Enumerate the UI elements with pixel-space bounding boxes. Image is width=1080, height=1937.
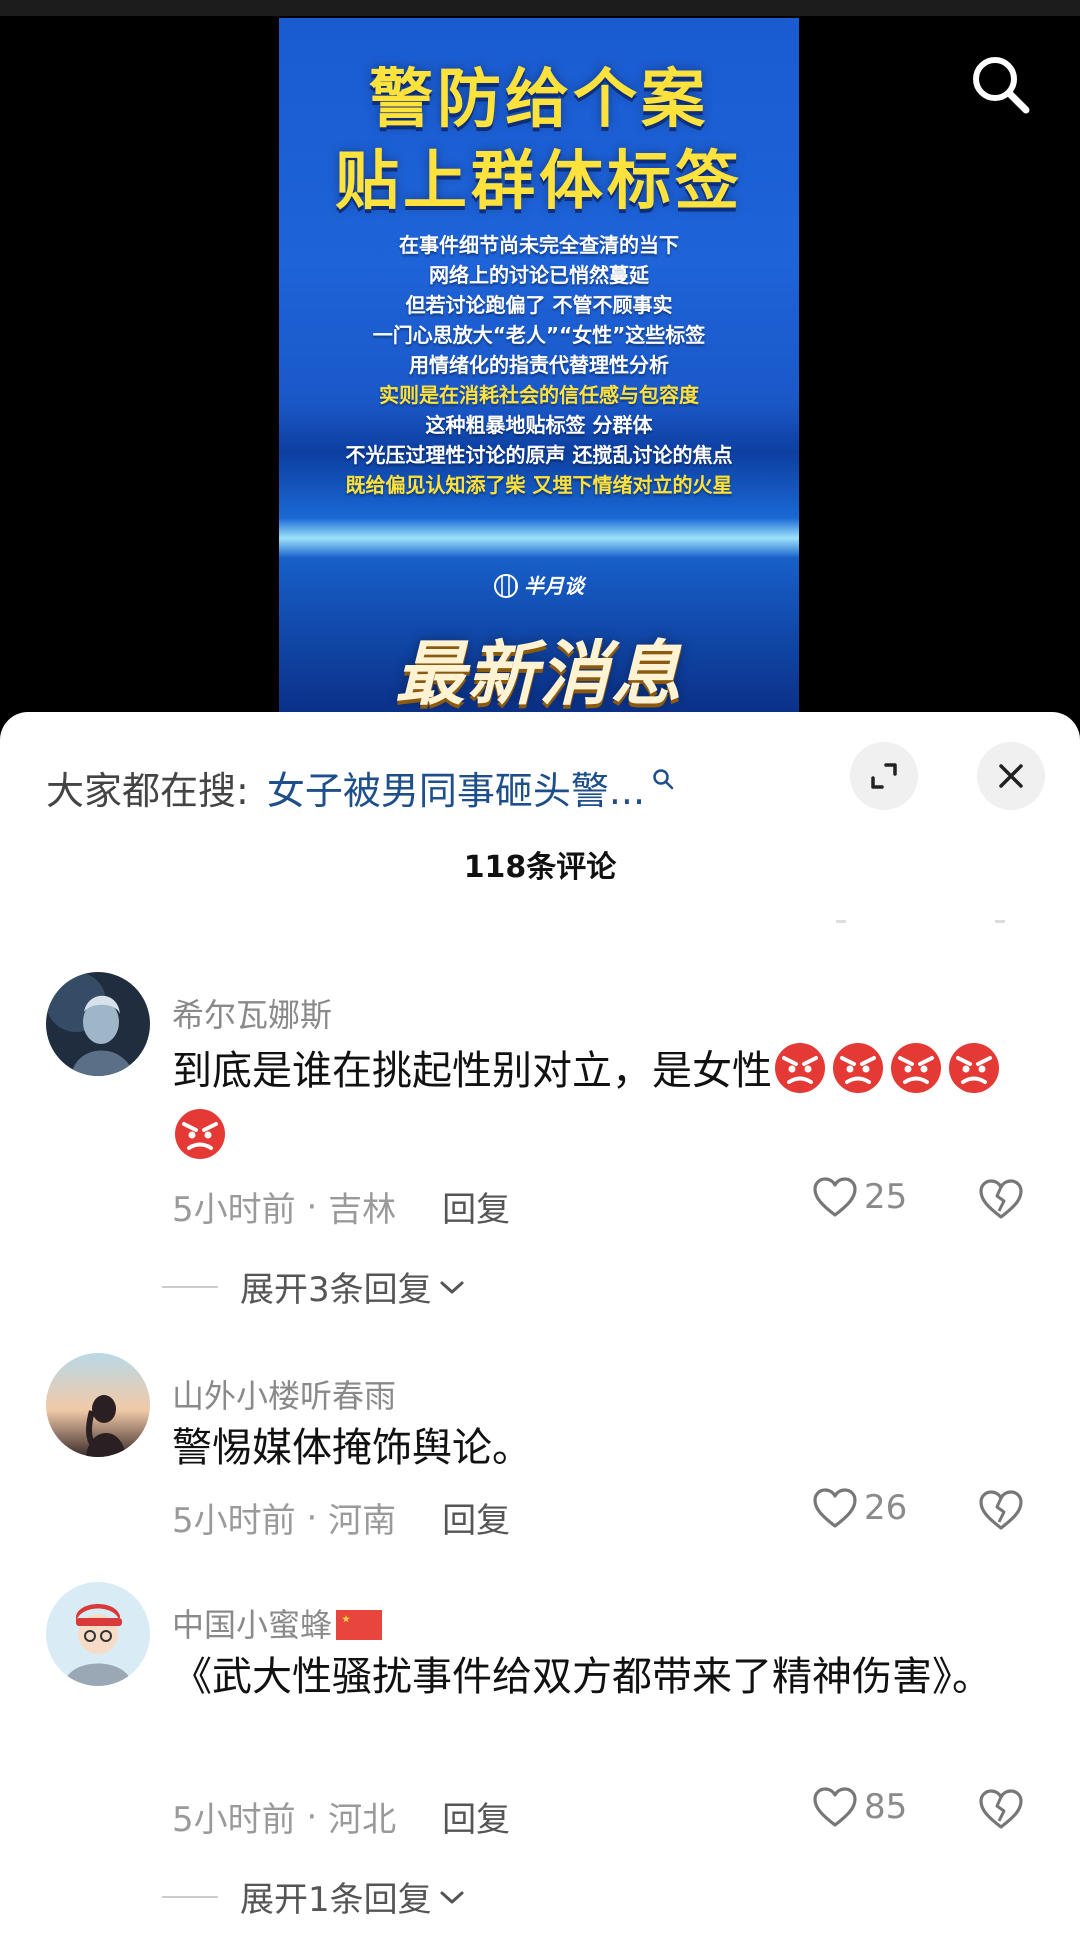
- hot-search-query-link[interactable]: 女子被男同事砸头警...: [267, 760, 645, 815]
- comment-sheet: 大家都在搜: 女子被男同事砸头警... 118条评论 希尔瓦娜斯 到底是谁在挑起…: [0, 712, 1080, 1937]
- avatar[interactable]: [46, 972, 150, 1076]
- comment-location: 吉林: [328, 1190, 397, 1230]
- dislike-button[interactable]: [978, 1489, 1024, 1535]
- angry-face-emoji: [949, 1043, 999, 1093]
- chevron-down-icon: [440, 1281, 464, 1293]
- like-button[interactable]: 25: [812, 1176, 907, 1218]
- poster-banner: 最新消息: [395, 633, 683, 715]
- poster-line: 一门心思放大“老人”“女性”这些标签: [372, 323, 706, 347]
- comment-text: 警惕媒体掩饰舆论。: [172, 1425, 532, 1471]
- angry-face-emoji: [775, 1043, 825, 1093]
- comment-meta: 5小时前 · 河南 回复: [172, 1493, 510, 1542]
- broken-heart-icon: [979, 1179, 1023, 1219]
- avatar[interactable]: [46, 1582, 150, 1686]
- poster-light-band: [279, 518, 799, 558]
- poster-logo-text: 半月谈: [524, 574, 584, 598]
- expand-replies-button[interactable]: 展开3条回复: [162, 1262, 466, 1311]
- avatar[interactable]: [46, 1353, 150, 1457]
- poster-line: 既给偏见认知添了柴 又埋下情绪对立的火星: [345, 473, 733, 497]
- poster-line: 实则是在消耗社会的信任感与包容度: [379, 383, 699, 407]
- expand-dash: [162, 1895, 218, 1898]
- poster-line: 这种粗暴地贴标签 分群体: [425, 413, 653, 437]
- chevron-down-icon: [440, 1891, 464, 1903]
- meta-separator: ·: [295, 1497, 329, 1538]
- angry-face-emoji: [175, 1109, 225, 1159]
- video-poster[interactable]: 警防给个案 贴上群体标签 在事件细节尚未完全查清的当下 网络上的讨论已悄然蔓延 …: [279, 18, 799, 718]
- heart-icon: [813, 1787, 857, 1827]
- comment-text: 到底是谁在挑起性别对立，是女性: [172, 1038, 1012, 1170]
- like-count: 25: [864, 1177, 908, 1217]
- close-icon: [999, 764, 1023, 788]
- comment-username[interactable]: 中国小蜜蜂: [172, 1600, 383, 1646]
- comment-username[interactable]: 希尔瓦娜斯: [172, 990, 332, 1036]
- reply-button[interactable]: 回复: [442, 1182, 510, 1231]
- dislike-button[interactable]: [978, 1788, 1024, 1834]
- comment-count: 118条评论: [463, 850, 617, 885]
- heart-icon: [813, 1177, 857, 1217]
- poster-title-line2: 贴上群体标签: [335, 145, 743, 219]
- comment-username[interactable]: 山外小楼听春雨: [172, 1371, 396, 1417]
- expand-button[interactable]: [850, 742, 918, 810]
- broken-heart-icon: [979, 1789, 1023, 1829]
- expand-replies-button[interactable]: 展开1条回复: [162, 1872, 466, 1921]
- like-count: 26: [864, 1488, 908, 1528]
- reply-button[interactable]: 回复: [442, 1792, 510, 1841]
- expand-replies-label: 展开3条回复: [240, 1270, 432, 1310]
- poster-line: 但若讨论跑偏了 不管不顾事实: [405, 293, 673, 317]
- like-button[interactable]: 26: [812, 1487, 907, 1529]
- angry-face-emoji: [833, 1043, 883, 1093]
- like-button[interactable]: 85: [812, 1786, 907, 1828]
- poster-line: 网络上的讨论已悄然蔓延: [429, 263, 649, 287]
- poster-line: 不光压过理性讨论的原声 还搅乱讨论的焦点: [345, 443, 733, 467]
- comment-text-body: 到底是谁在挑起性别对立，是女性: [172, 1048, 772, 1094]
- divider-dot: [836, 920, 846, 923]
- poster-text-block: 在事件细节尚未完全查清的当下 网络上的讨论已悄然蔓延 但若讨论跑偏了 不管不顾事…: [279, 230, 799, 500]
- search-small-icon: [651, 756, 675, 800]
- dislike-button[interactable]: [978, 1178, 1024, 1224]
- expand-dash: [162, 1285, 218, 1288]
- angry-face-emoji: [891, 1043, 941, 1093]
- search-icon[interactable]: [966, 50, 1036, 120]
- expand-replies-label: 展开1条回复: [240, 1880, 432, 1920]
- hot-search-bar[interactable]: 大家都在搜: 女子被男同事砸头警...: [46, 752, 675, 822]
- video-player[interactable]: 警防给个案 贴上群体标签 在事件细节尚未完全查清的当下 网络上的讨论已悄然蔓延 …: [0, 0, 1080, 720]
- poster-line: 用情绪化的指责代替理性分析: [409, 353, 669, 377]
- comment-time: 5小时前: [172, 1800, 296, 1840]
- close-button[interactable]: [977, 742, 1045, 810]
- meta-separator: ·: [295, 1186, 329, 1227]
- like-count: 85: [864, 1787, 908, 1827]
- divider-dot: [995, 920, 1005, 923]
- globe-icon: [494, 574, 518, 598]
- comment-meta: 5小时前 · 吉林 回复: [172, 1182, 510, 1231]
- meta-separator: ·: [295, 1796, 329, 1837]
- poster-logo: 半月谈: [279, 570, 799, 599]
- heart-icon: [813, 1488, 857, 1528]
- broken-heart-icon: [979, 1490, 1023, 1530]
- reply-button[interactable]: 回复: [442, 1493, 510, 1542]
- comment-location: 河北: [328, 1800, 397, 1840]
- expand-icon: [871, 763, 897, 789]
- poster-title-line1: 警防给个案: [369, 63, 709, 137]
- comment-username-text: 中国小蜜蜂: [172, 1606, 333, 1644]
- hot-search-label: 大家都在搜:: [46, 768, 249, 813]
- status-strip: [0, 0, 1080, 16]
- comment-location: 河南: [328, 1501, 397, 1541]
- comment-meta: 5小时前 · 河北 回复: [172, 1792, 510, 1841]
- comment-time: 5小时前: [172, 1501, 296, 1541]
- poster-line: 在事件细节尚未完全查清的当下: [399, 233, 679, 257]
- china-flag-icon: [336, 1610, 383, 1640]
- comment-time: 5小时前: [172, 1190, 296, 1230]
- comment-text: 《武大性骚扰事件给双方都带来了精神伤害》。: [172, 1654, 992, 1700]
